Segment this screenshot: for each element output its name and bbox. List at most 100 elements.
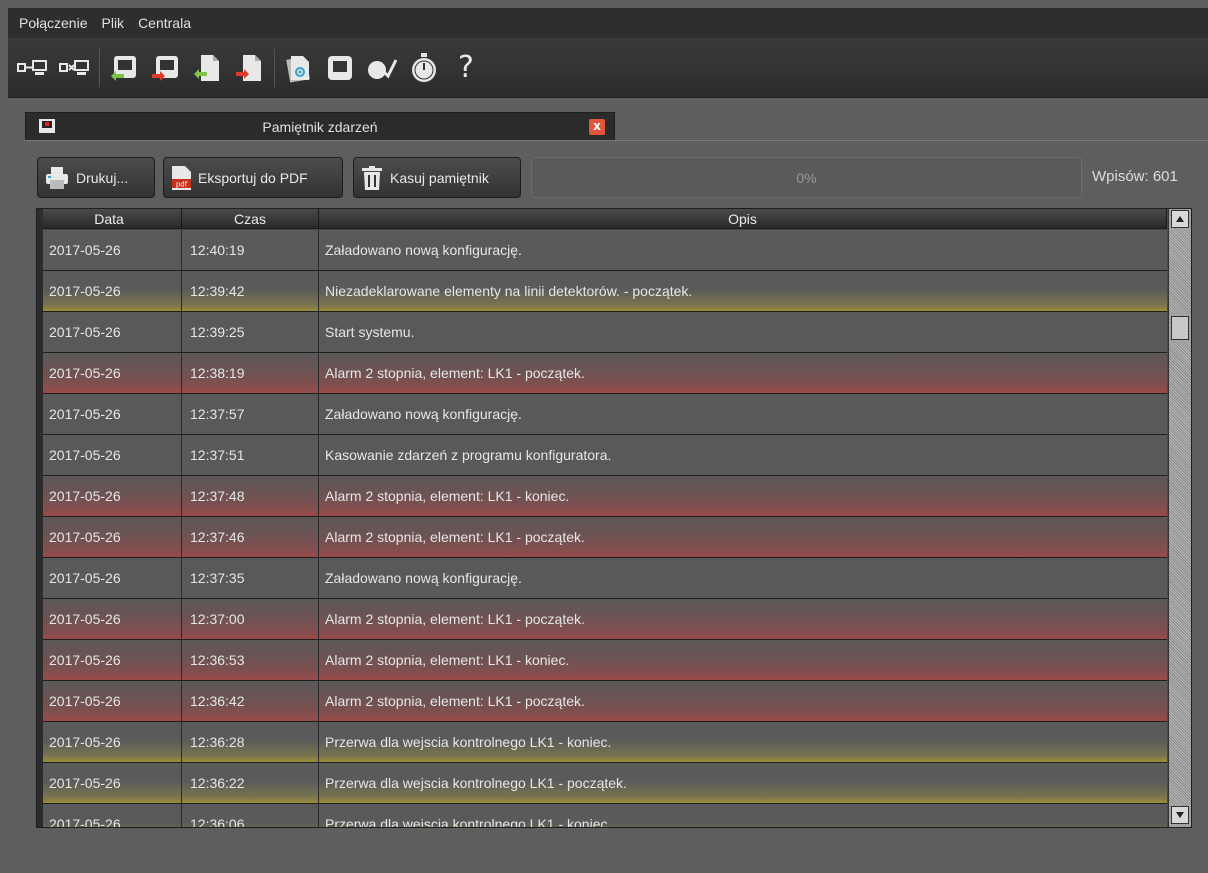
table-row[interactable]: 2017-05-26 12:37:57 Załadowano nową konfig… (37, 394, 1167, 435)
cell-date: 2017-05-26 (37, 804, 182, 827)
panel-title: Pamiętnik zdarzeń (262, 119, 378, 135)
event-log-tab[interactable]: Pamiętnik zdarzeń x (25, 112, 615, 140)
clear-log-label: Kasuj pamiętnik (390, 169, 489, 186)
cell-time: 12:38:19 (182, 353, 319, 393)
print-button[interactable]: Drukuj... (37, 157, 155, 198)
cell-date: 2017-05-26 (37, 722, 182, 762)
toolbar-separator (274, 48, 275, 87)
cell-date: 2017-05-26 (37, 230, 182, 270)
table-row[interactable]: 2017-05-26 12:39:25 Start systemu. (37, 312, 1167, 353)
table-row[interactable]: 2017-05-26 12:39:42 Niezadeklarowane eleme… (37, 271, 1167, 312)
export-pdf-label: Eksportuj do PDF (198, 169, 308, 186)
cell-description: Przerwa dla wejscia kontrolnego LK1 - ko… (325, 734, 612, 750)
cell-time: 12:39:42 (182, 271, 319, 311)
scroll-thumb[interactable] (1171, 316, 1189, 340)
menu-connection[interactable]: Połączenie (12, 15, 95, 31)
cell-time: 12:37:00 (182, 599, 319, 639)
cell-description: Przerwa dla wejscia kontrolnego LK1 - po… (325, 775, 627, 791)
table-row[interactable]: 2017-05-26 12:37:46 Alarm 2 stopnia, eleme… (37, 517, 1167, 558)
cell-date: 2017-05-26 (37, 476, 182, 516)
table-row[interactable]: 2017-05-26 12:37:48 Alarm 2 stopnia, eleme… (37, 476, 1167, 517)
cell-date: 2017-05-26 (37, 681, 182, 721)
connect-icon (17, 59, 47, 75)
write-config-icon (152, 55, 178, 81)
cell-date: 2017-05-26 (37, 271, 182, 311)
cell-date: 2017-05-26 (37, 353, 182, 393)
help-button[interactable]: ? (448, 50, 484, 86)
read-file-icon (194, 54, 219, 81)
table-row[interactable]: 2017-05-26 12:36:06 Przerwa dla wejscia ko… (37, 804, 1167, 828)
column-header-date[interactable]: Data (37, 209, 182, 228)
write-config-button[interactable] (147, 50, 183, 86)
table-row[interactable]: 2017-05-26 12:36:28 Przerwa dla wejscia ko… (37, 722, 1167, 763)
cell-date: 2017-05-26 (37, 312, 182, 352)
table-row[interactable]: 2017-05-26 12:37:00 Alarm 2 stopnia, eleme… (37, 599, 1167, 640)
timer-button[interactable] (406, 50, 442, 86)
cell-time: 12:39:25 (182, 312, 319, 352)
write-file-button[interactable] (231, 50, 267, 86)
table-row[interactable]: 2017-05-26 12:40:19 Załadowano nową konfig… (37, 230, 1167, 271)
cell-description: Alarm 2 stopnia, element: LK1 - początek… (325, 693, 585, 709)
disconnect-button[interactable] (56, 50, 92, 86)
printer-icon (46, 166, 68, 189)
write-file-icon (236, 54, 261, 81)
cell-time: 12:37:46 (182, 517, 319, 557)
cell-time: 12:40:19 (182, 230, 319, 270)
menu-file[interactable]: Plik (95, 15, 132, 31)
export-pdf-button[interactable]: pdf Eksportuj do PDF (163, 157, 343, 198)
progress-text: 0% (796, 169, 817, 186)
arrow-down-icon (1176, 812, 1184, 818)
arrow-up-icon (1176, 216, 1184, 222)
pdf-icon: pdf (172, 165, 191, 190)
cell-date: 2017-05-26 (37, 599, 182, 639)
cell-date: 2017-05-26 (37, 763, 182, 803)
cell-description: Załadowano nową konfigurację. (325, 242, 522, 258)
column-header-description[interactable]: Opis (319, 209, 1167, 228)
table-row[interactable]: 2017-05-26 12:36:22 Przerwa dla wejscia ko… (37, 763, 1167, 804)
cell-description: Kasowanie zdarzeń z programu konfigurato… (325, 447, 612, 463)
cell-time: 12:37:51 (182, 435, 319, 475)
cell-time: 12:36:06 (182, 804, 319, 827)
table-row[interactable]: 2017-05-26 12:38:19 Alarm 2 stopnia, eleme… (37, 353, 1167, 394)
cell-time: 12:36:28 (182, 722, 319, 762)
toolbar: ? (8, 38, 1208, 98)
cell-time: 12:37:35 (182, 558, 319, 598)
cell-description: Przerwa dla wejscia kontrolnego LK1 - ko… (325, 816, 612, 828)
read-config-button[interactable] (105, 50, 141, 86)
trash-icon (362, 165, 382, 190)
cell-date: 2017-05-26 (37, 558, 182, 598)
column-header-time[interactable]: Czas (182, 209, 319, 228)
help-icon: ? (458, 49, 474, 85)
cell-time: 12:37:48 (182, 476, 319, 516)
table-row[interactable]: 2017-05-26 12:36:42 Alarm 2 stopnia, eleme… (37, 681, 1167, 722)
settings-document-icon (286, 55, 310, 83)
event-table: Data Czas Opis 2017-05-26 12:40:19 Załadow… (36, 208, 1192, 828)
table-row[interactable]: 2017-05-26 12:37:35 Załadowano nową konfig… (37, 558, 1167, 599)
timer-icon (412, 52, 436, 82)
print-label: Drukuj... (76, 169, 129, 186)
clear-log-button[interactable]: Kasuj pamiętnik (353, 157, 521, 198)
scroll-down-arrow[interactable] (1171, 806, 1189, 824)
cell-description: Alarm 2 stopnia, element: LK1 - początek… (325, 365, 585, 381)
table-row[interactable]: 2017-05-26 12:37:51 Kasowanie zdarzeń z pr… (37, 435, 1167, 476)
settings-document-button[interactable] (280, 50, 316, 86)
close-icon[interactable]: x (589, 119, 605, 135)
table-row[interactable]: 2017-05-26 12:36:53 Alarm 2 stopnia, eleme… (37, 640, 1167, 681)
scroll-up-arrow[interactable] (1171, 210, 1189, 228)
cell-date: 2017-05-26 (37, 394, 182, 434)
menu-panel[interactable]: Centrala (131, 15, 198, 31)
panel-button[interactable] (322, 50, 358, 86)
diagnostics-button[interactable] (364, 50, 400, 86)
read-file-button[interactable] (189, 50, 225, 86)
table-body: 2017-05-26 12:40:19 Załadowano nową konfig… (37, 230, 1167, 828)
tab-divider (25, 140, 1208, 141)
cell-description: Alarm 2 stopnia, element: LK1 - początek… (325, 529, 585, 545)
vertical-scrollbar[interactable] (1168, 209, 1191, 827)
connect-button[interactable] (14, 50, 50, 86)
disconnect-icon (59, 59, 89, 75)
cell-description: Start systemu. (325, 324, 415, 340)
row-header-strip (37, 209, 43, 827)
cell-date: 2017-05-26 (37, 435, 182, 475)
cell-time: 12:36:22 (182, 763, 319, 803)
cell-description: Alarm 2 stopnia, element: LK1 - początek… (325, 611, 585, 627)
